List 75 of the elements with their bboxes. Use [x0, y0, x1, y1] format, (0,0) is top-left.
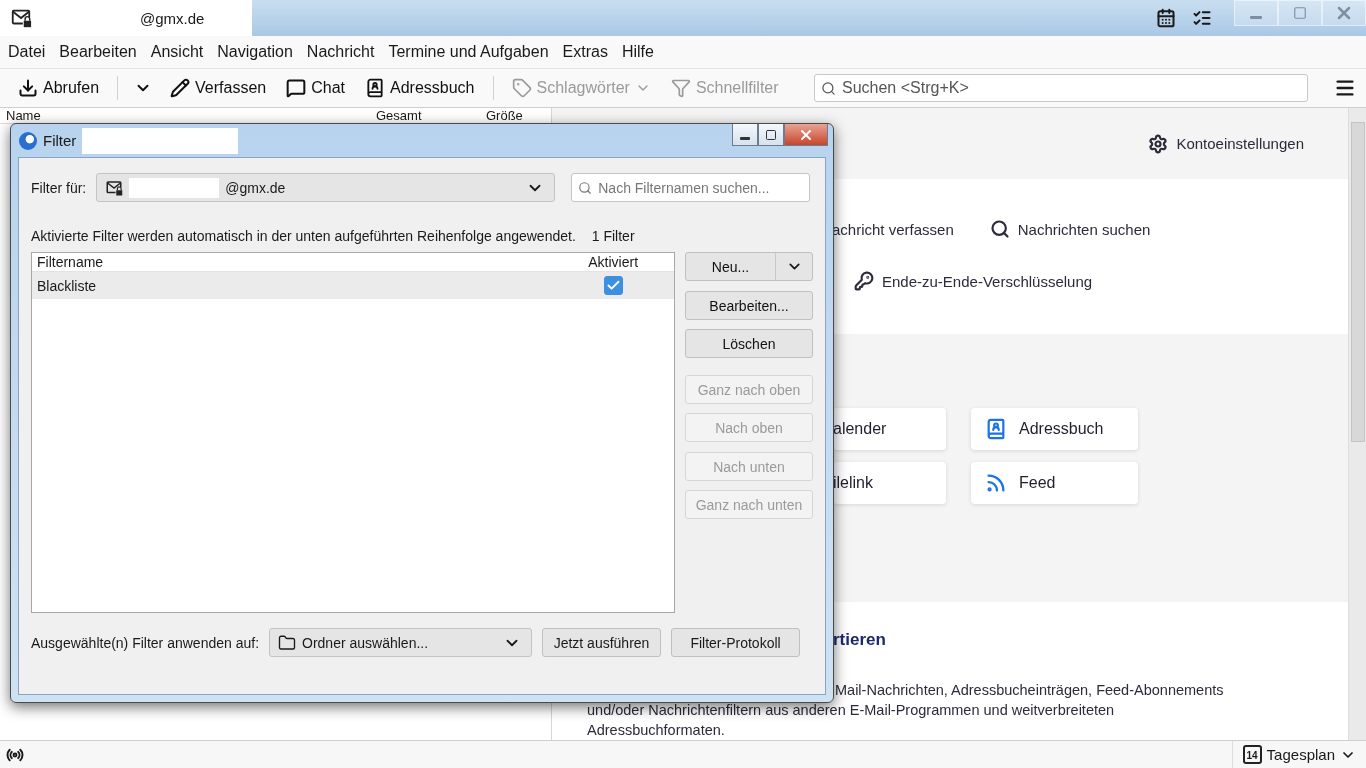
filter-search-field[interactable]: Nach Filternamen suchen... — [571, 173, 811, 202]
field-label: Filter für: — [31, 179, 87, 196]
calendar-icon[interactable] — [1156, 8, 1176, 28]
menu-item[interactable]: Navigation — [210, 43, 300, 61]
column-header[interactable]: Aktiviert — [557, 254, 669, 270]
field-label: Ausgewählte(n) Filter anwenden auf: — [31, 634, 260, 651]
description-text: Adressbuchformaten. — [586, 721, 726, 740]
search-icon — [578, 180, 593, 195]
feature-card[interactable]: alender — [833, 407, 946, 450]
filter-row[interactable]: Blackliste — [32, 272, 674, 299]
feature-card[interactable]: Adressbuch — [971, 407, 1138, 450]
mail-lock-icon — [105, 178, 124, 197]
menu-item[interactable]: Ansicht — [143, 43, 211, 61]
feature-card[interactable]: Feed — [971, 461, 1138, 504]
toolbar-button[interactable]: Abrufen — [10, 74, 108, 102]
column-header[interactable]: Name — [6, 109, 376, 122]
maximize-button[interactable] — [758, 124, 784, 146]
description-text: und/oder Nachrichtenfiltern aus anderen E-Mail-Programmen und weitverbreiteten — [586, 701, 1116, 720]
tag-icon — [511, 78, 532, 98]
minimize-button[interactable] — [732, 124, 758, 146]
search-icon — [821, 80, 836, 96]
action-link[interactable]: Nachrichten suchen — [989, 219, 1151, 240]
task-list-icon[interactable] — [1192, 8, 1212, 28]
dialog-title: Filter — [43, 132, 77, 149]
maximize-icon — [765, 128, 777, 141]
key-icon — [854, 271, 874, 292]
column-header[interactable]: Größe — [486, 109, 536, 122]
settings-icon — [1148, 133, 1169, 154]
folder-icon — [278, 633, 297, 652]
menu-icon[interactable] — [1334, 77, 1356, 99]
maximize-icon — [1293, 6, 1307, 20]
section-heading: rtieren — [833, 630, 886, 650]
menu-item[interactable]: Bearbeiten — [52, 43, 144, 61]
download-icon — [18, 78, 38, 98]
filter-log-button[interactable]: Filter-Protokoll — [671, 628, 801, 657]
action-link[interactable]: Ende-zu-Ende-Verschlüsselung — [854, 271, 1093, 292]
contact-book-icon — [985, 417, 1007, 440]
folder-select[interactable]: Ordner auswählen... — [269, 628, 533, 657]
chat-bubble-icon — [286, 78, 307, 98]
toolbar-button[interactable]: Chat — [278, 74, 353, 102]
info-text: Aktivierte Filter werden automatisch in der unten aufgeführten Reihenfolge angewendet. — [31, 228, 576, 244]
column-header[interactable]: Filtername — [37, 254, 558, 270]
menu-item[interactable]: Extras — [555, 43, 615, 61]
feature-card[interactable]: ilelink — [833, 461, 946, 504]
contact-book-icon — [365, 78, 385, 98]
column-header[interactable]: Gesamt — [376, 109, 486, 122]
description-text: Mail-Nachrichten, Adressbucheinträgen, Feed-Abonnements — [834, 681, 1225, 700]
menu-item[interactable]: Datei — [1, 43, 53, 61]
run-now-button[interactable]: Jetzt ausführen — [542, 628, 662, 657]
mail-lock-icon — [10, 7, 32, 29]
app-icon — [19, 131, 37, 150]
dialog-button[interactable]: Löschen — [685, 329, 813, 358]
calendar-day-icon: 14 — [1242, 745, 1262, 764]
toolbar-button[interactable]: Adressbuch — [357, 74, 483, 102]
minimize-icon — [740, 137, 750, 140]
today-pane-button[interactable]: 14 Tagesplan — [1231, 741, 1356, 768]
menu-item[interactable]: Nachricht — [299, 43, 382, 61]
close-button[interactable] — [784, 124, 828, 146]
pencil-icon — [170, 78, 191, 98]
toolbar-button[interactable]: Verfassen — [162, 74, 275, 102]
account-settings-link[interactable]: Kontoeinstellungen — [1176, 135, 1304, 153]
dialog-button[interactable]: Bearbeiten... — [685, 291, 813, 320]
search-icon — [989, 219, 1010, 240]
minimize-icon — [1250, 15, 1262, 19]
action-link[interactable]: achricht verfassen — [832, 219, 954, 240]
search-field[interactable]: Suchen <Strg+K> — [814, 74, 1308, 102]
menu-item[interactable]: Termine und Aufgaben — [381, 43, 556, 61]
scrollbar[interactable] — [1348, 108, 1366, 740]
filter-name: Blackliste — [37, 277, 98, 294]
account-select[interactable]: @gmx.de — [96, 173, 556, 202]
funnel-icon — [670, 78, 691, 98]
filter-count: 1 Filter — [591, 228, 635, 244]
menu-item[interactable]: Hilfe — [614, 43, 661, 61]
enabled-checkbox[interactable] — [603, 276, 623, 295]
account-tab[interactable]: @gmx.de — [0, 0, 252, 36]
